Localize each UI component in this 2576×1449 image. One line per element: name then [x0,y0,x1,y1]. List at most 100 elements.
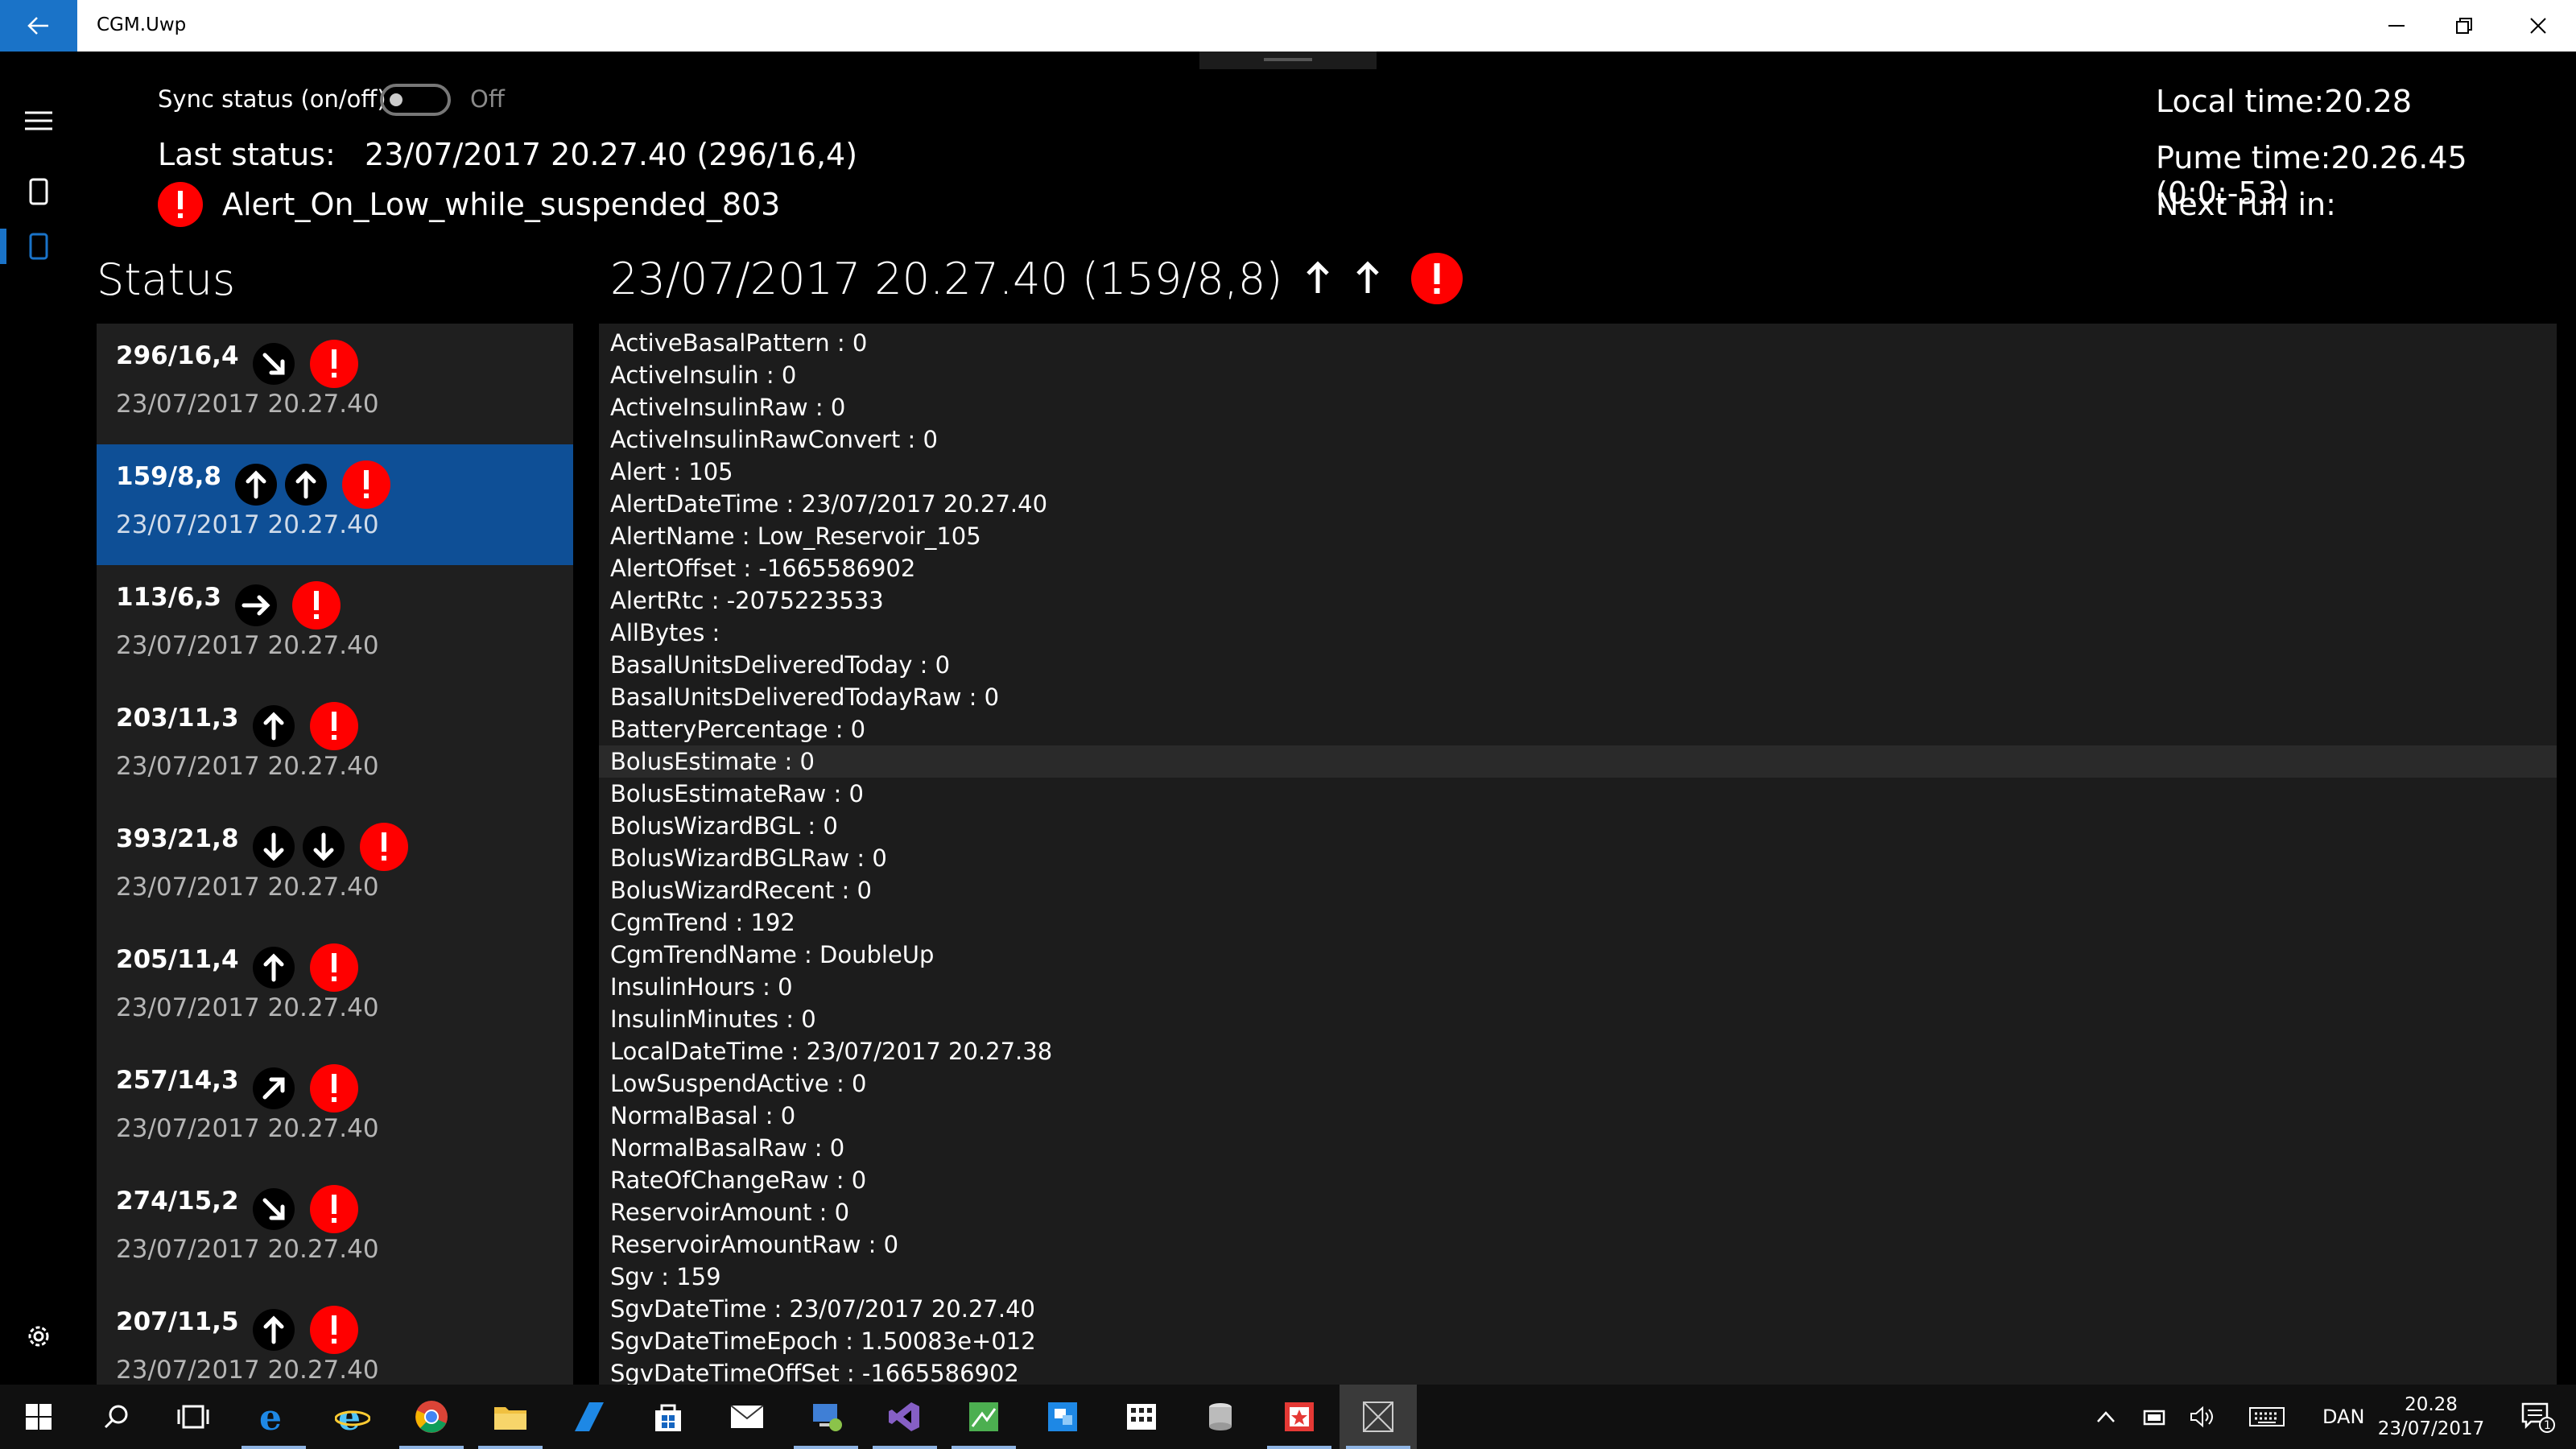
property-row[interactable]: CgmTrend : 192 [599,906,2557,939]
touch-keyboard-button[interactable] [2227,1385,2307,1449]
volume-tray-button[interactable] [2178,1385,2227,1449]
arrow-up-icon [253,947,295,989]
last-status-text: Last status: 23/07/2017 20.27.40 (296/16… [158,137,858,172]
status-list-item[interactable]: 205/11,4 23/07/2017 20.27.40 [97,927,573,1048]
taskbar-mail[interactable] [708,1385,786,1449]
taskbar-store[interactable] [630,1385,707,1449]
status-list-item[interactable]: 207/11,5 23/07/2017 20.27.40 [97,1290,573,1385]
status-date: 23/07/2017 20.27.40 [116,993,379,1022]
taskbar-app-database[interactable] [1182,1385,1259,1449]
action-center-button[interactable]: 1 [2499,1385,2576,1449]
property-row[interactable]: InsulinHours : 0 [599,971,2557,1003]
property-row[interactable]: InsulinMinutes : 0 [599,1003,2557,1035]
property-row[interactable]: Sgv : 159 [599,1261,2557,1293]
property-row[interactable]: SgvDateTimeOffSet : -1665586902 [599,1357,2557,1385]
detail-properties-panel[interactable]: ActiveBasalPattern : 0 ActiveInsulin : 0A… [599,324,2557,1385]
network-tray-button[interactable] [2130,1385,2178,1449]
alert-icon [310,1185,358,1233]
status-list-item[interactable]: 296/16,4 23/07/2017 20.27.40 [97,324,573,444]
sync-status-label: Sync status (on/off) [158,85,386,113]
status-list-item[interactable]: 393/21,8 23/07/2017 20.27.40 [97,807,573,927]
property-row[interactable]: AlertDateTime : 23/07/2017 20.27.40 [599,488,2557,520]
property-row[interactable]: LocalDateTime : 23/07/2017 20.27.38 [599,1035,2557,1067]
chrome-icon [415,1401,448,1433]
property-row[interactable]: BolusWizardBGLRaw : 0 [599,842,2557,874]
taskbar-edge[interactable]: e [235,1385,312,1449]
svg-text:e: e [338,1399,361,1435]
search-button[interactable] [77,1385,155,1449]
task-view-button[interactable] [155,1385,232,1449]
property-row[interactable]: ActiveBasalPattern : 0 [599,327,2557,359]
property-row[interactable]: LowSuspendActive : 0 [599,1067,2557,1100]
taskbar-chrome[interactable] [393,1385,470,1449]
property-row[interactable]: BolusWizardBGL : 0 [599,810,2557,842]
property-row[interactable]: NormalBasalRaw : 0 [599,1132,2557,1164]
property-row[interactable]: AlertRtc : -2075223533 [599,584,2557,617]
start-button[interactable] [0,1385,77,1449]
taskbar-app-computer[interactable] [787,1385,865,1449]
property-row[interactable]: BolusEstimateRaw : 0 [599,778,2557,810]
property-row[interactable]: SgvDateTimeEpoch : 1.50083e+012 [599,1325,2557,1357]
app-title: CGM.Uwp [97,14,187,35]
hamburger-menu-button[interactable] [0,85,77,156]
property-row[interactable]: BolusEstimate : 0 [599,745,2557,778]
status-list-item[interactable]: 274/15,2 23/07/2017 20.27.40 [97,1169,573,1290]
status-date: 23/07/2017 20.27.40 [116,873,379,902]
property-row[interactable]: CgmTrendName : DoubleUp [599,939,2557,971]
property-row[interactable]: ActiveInsulinRaw : 0 [599,391,2557,423]
status-date: 23/07/2017 20.27.40 [116,1356,379,1385]
taskbar-cgm-uwp[interactable] [1340,1385,1417,1449]
sync-toggle-switch[interactable] [380,84,451,116]
close-button[interactable] [2500,0,2576,52]
status-list-item[interactable]: 257/14,3 23/07/2017 20.27.40 [97,1048,573,1169]
taskbar-app-calculator[interactable] [1103,1385,1180,1449]
property-row[interactable]: AllBytes : [599,617,2557,649]
taskbar-app-remote[interactable] [1024,1385,1101,1449]
taskbar-clock[interactable]: 20.28 23/07/2017 [2375,1393,2487,1441]
folder-icon [494,1407,526,1430]
show-hidden-icons-button[interactable] [2082,1385,2130,1449]
settings-button[interactable] [0,1301,77,1372]
status-trend-icons [252,1185,358,1233]
property-row[interactable]: Alert : 105 [599,456,2557,488]
status-list-item[interactable]: 203/11,3 23/07/2017 20.27.40 [97,686,573,807]
property-row[interactable]: ReservoirAmount : 0 [599,1196,2557,1228]
property-row[interactable]: NormalBasal : 0 [599,1100,2557,1132]
alert-icon [310,702,358,750]
status-heading: Status [97,254,236,305]
property-row[interactable]: AlertName : Low_Reservoir_105 [599,520,2557,552]
property-row[interactable]: ActiveInsulin : 0 [599,359,2557,391]
property-row[interactable]: BasalUnitsDeliveredToday : 0 [599,649,2557,681]
property-row[interactable]: ReservoirAmountRaw : 0 [599,1228,2557,1261]
gear-icon [28,1326,49,1347]
taskbar-internet-explorer[interactable]: e [314,1385,391,1449]
status-value: 205/11,4 [116,945,239,974]
input-language-indicator[interactable]: DAN [2322,1406,2364,1428]
property-row[interactable]: AlertOffset : -1665586902 [599,552,2557,584]
property-row[interactable]: SgvDateTime : 23/07/2017 20.27.40 [599,1293,2557,1325]
status-list-item[interactable]: 159/8,8 23/07/2017 20.27.40 [97,444,573,565]
arrow-up-icon [1307,261,1330,293]
status-list-item[interactable]: 113/6,3 23/07/2017 20.27.40 [97,565,573,686]
back-button[interactable] [0,0,77,52]
restore-button[interactable] [2426,0,2502,52]
taskbar-app-red[interactable] [1261,1385,1338,1449]
taskbar-app-blue[interactable] [551,1385,628,1449]
taskbar-file-explorer[interactable] [472,1385,549,1449]
status-date: 23/07/2017 20.27.40 [116,1114,379,1143]
property-row[interactable]: ActiveInsulinRawConvert : 0 [599,423,2557,456]
taskbar-app-map[interactable] [945,1385,1022,1449]
taskbar-visual-studio[interactable] [866,1385,943,1449]
chevron-up-icon [2097,1411,2115,1422]
pane-drag-handle[interactable] [1199,52,1377,69]
nav-item-page-2[interactable] [0,211,77,282]
property-row[interactable]: BatteryPercentage : 0 [599,713,2557,745]
property-row[interactable]: RateOfChangeRaw : 0 [599,1164,2557,1196]
minimize-button[interactable] [2359,0,2434,52]
status-trend-icons [234,460,390,509]
minimize-icon [2388,25,2405,27]
property-row[interactable]: BolusWizardRecent : 0 [599,874,2557,906]
property-row[interactable]: BasalUnitsDeliveredTodayRaw : 0 [599,681,2557,713]
status-list[interactable]: 296/16,4 23/07/2017 20.27.40 159/8,8 23/07/… [97,324,573,1385]
status-value: 113/6,3 [116,583,221,612]
